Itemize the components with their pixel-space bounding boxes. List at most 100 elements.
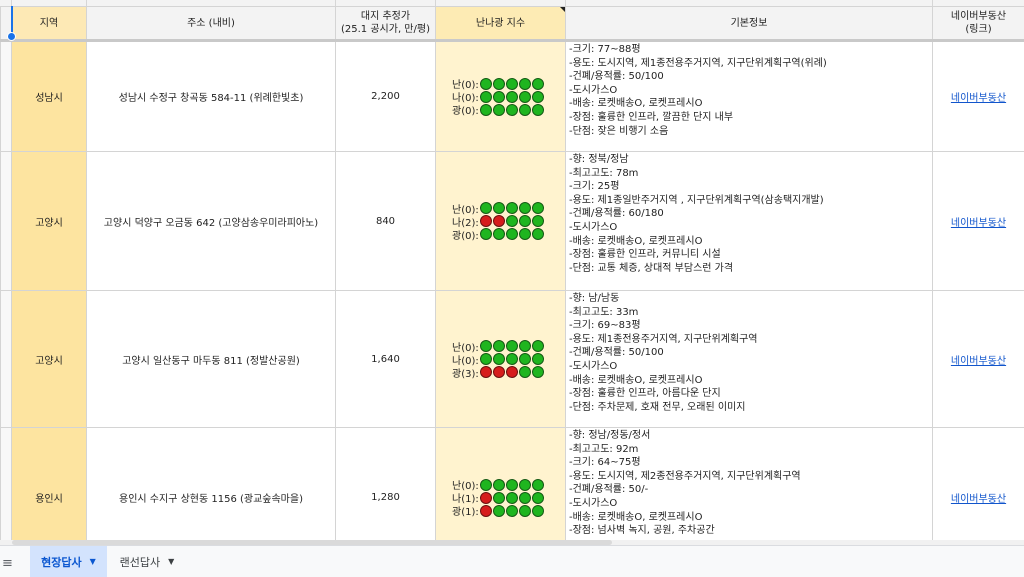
green-circle-icon	[493, 78, 505, 90]
info-line: -최고고도: 78m	[569, 167, 929, 181]
region-cell[interactable]: 고양시	[12, 291, 87, 428]
info-line: -장점: 훌륭한 인프라, 깔끔한 단지 내부	[569, 111, 929, 125]
red-circle-icon	[480, 366, 492, 378]
naver-realestate-link[interactable]: 네이버부동산	[951, 218, 1006, 229]
header-region[interactable]: 지역	[12, 7, 87, 41]
info-line: -배송: 로켓배송O, 로켓프레시O	[569, 374, 929, 388]
green-circle-icon	[480, 91, 492, 103]
green-circle-icon	[506, 479, 518, 491]
header-address-label: 주소 (내비)	[187, 18, 235, 29]
info-line: -최고고도: 92m	[569, 443, 929, 457]
info-line: -배송: 로켓배송O, 로켓프레시O	[569, 235, 929, 249]
nanna-label: 광(0):	[452, 102, 480, 117]
green-circle-icon	[532, 104, 544, 116]
sheet-tab-bar: ≡ 현장답사 ▼ 랜선답사 ▼	[0, 545, 1024, 577]
link-cell[interactable]: 네이버부동산	[933, 41, 1024, 152]
price-cell[interactable]: 1,280	[336, 428, 436, 541]
header-row: 지역 주소 (내비) 대지 추정가(25.1 공시가, 만/평) 난나광 지수 …	[1, 7, 1024, 41]
header-info[interactable]: 기본정보	[566, 7, 933, 41]
address-text: 용인시 수지구 상현동 1156 (광교숲속마을)	[119, 494, 303, 505]
header-price[interactable]: 대지 추정가(25.1 공시가, 만/평)	[336, 7, 436, 41]
red-circle-icon	[480, 505, 492, 517]
info-line: -도시가스O	[569, 360, 929, 374]
nanna-cell[interactable]: 난(0): 나(2): 광(0):	[436, 152, 566, 291]
info-line: -도시가스O	[569, 84, 929, 98]
nanna-label: 광(1):	[452, 503, 480, 518]
green-circle-icon	[506, 91, 518, 103]
red-circle-icon	[506, 366, 518, 378]
red-circle-icon	[480, 215, 492, 227]
green-circle-icon	[519, 479, 531, 491]
info-line: -장점: 훌륭한 인프라, 아름다운 단지	[569, 387, 929, 401]
green-circle-icon	[506, 505, 518, 517]
price-cell[interactable]: 2,200	[336, 41, 436, 152]
green-circle-icon	[506, 353, 518, 365]
info-line: -용도: 도시지역, 제2종전용주거지역, 지구단위계획구역	[569, 470, 929, 484]
naver-realestate-link[interactable]: 네이버부동산	[951, 356, 1006, 367]
link-cell[interactable]: 네이버부동산	[933, 152, 1024, 291]
green-circle-icon	[480, 78, 492, 90]
caret-down-icon[interactable]: ▼	[168, 557, 174, 566]
row-header[interactable]	[1, 428, 12, 541]
info-line: -크기: 77~88평	[569, 43, 929, 57]
nanna-cell[interactable]: 난(0): 나(0): 광(0):	[436, 41, 566, 152]
green-circle-icon	[532, 492, 544, 504]
table-row: 고양시 고양시 덕양구 오금동 642 (고양삼송우미라피아노) 840 난(0…	[1, 152, 1024, 291]
naver-realestate-link[interactable]: 네이버부동산	[951, 93, 1006, 104]
green-circle-icon	[493, 228, 505, 240]
row-header[interactable]	[1, 291, 12, 428]
green-circle-icon	[493, 479, 505, 491]
comment-indicator-icon	[560, 7, 565, 12]
nanna-cell[interactable]: 난(0): 나(0): 광(3):	[436, 291, 566, 428]
address-cell[interactable]: 고양시 일산동구 마두동 811 (정발산공원)	[87, 291, 336, 428]
nanna-cell[interactable]: 난(0): 나(1): 광(1):	[436, 428, 566, 541]
region-text: 고양시	[35, 218, 63, 229]
red-circle-icon	[493, 215, 505, 227]
address-text: 고양시 일산동구 마두동 811 (정발산공원)	[122, 356, 300, 367]
link-cell[interactable]: 네이버부동산	[933, 428, 1024, 541]
sheet-tab-online-visit[interactable]: 랜선답사 ▼	[112, 546, 182, 577]
sheet-tab-label: 현장답사	[41, 554, 81, 570]
region-cell[interactable]: 고양시	[12, 152, 87, 291]
info-cell[interactable]: -향: 정북/정남 -최고고도: 78m -크기: 25평 -용도: 제1종일반…	[566, 152, 933, 291]
info-line: -단점: 교통 체증, 상대적 부담스런 가격	[569, 262, 929, 276]
address-cell[interactable]: 고양시 덕양구 오금동 642 (고양삼송우미라피아노)	[87, 152, 336, 291]
row-header[interactable]	[1, 41, 12, 152]
nanna-line: 광(3):	[452, 366, 565, 379]
header-nanna-label: 난나광 지수	[476, 18, 525, 29]
info-cell[interactable]: -향: 남/남동 -최고고도: 33m -크기: 69~83평 -용도: 제1종…	[566, 291, 933, 428]
sheet-tab-field-visit[interactable]: 현장답사 ▼	[30, 546, 107, 577]
naver-realestate-link[interactable]: 네이버부동산	[951, 494, 1006, 505]
green-circle-icon	[493, 492, 505, 504]
green-circle-icon	[506, 78, 518, 90]
info-line: -향: 정북/정남	[569, 153, 929, 167]
link-cell[interactable]: 네이버부동산	[933, 291, 1024, 428]
header-link[interactable]: 네이버부동산(링크)	[933, 7, 1024, 41]
row-header[interactable]	[1, 152, 12, 291]
price-text: 2,200	[371, 91, 400, 102]
price-cell[interactable]: 1,640	[336, 291, 436, 428]
address-cell[interactable]: 용인시 수지구 상현동 1156 (광교숲속마을)	[87, 428, 336, 541]
green-circle-icon	[532, 91, 544, 103]
region-cell[interactable]: 용인시	[12, 428, 87, 541]
price-cell[interactable]: 840	[336, 152, 436, 291]
address-cell[interactable]: 성남시 수정구 창곡동 584-11 (위례한빛초)	[87, 41, 336, 152]
info-line: -용도: 도시지역, 제1종전용주거지역, 지구단위계획구역(위례)	[569, 57, 929, 71]
green-circle-icon	[532, 479, 544, 491]
info-cell[interactable]: -향: 정남/정동/정서 -최고고도: 92m -크기: 64~75평 -용도:…	[566, 428, 933, 541]
info-cell[interactable]: -크기: 77~88평 -용도: 도시지역, 제1종전용주거지역, 지구단위계획…	[566, 41, 933, 152]
header-nanna-index[interactable]: 난나광 지수	[436, 7, 566, 41]
header-address[interactable]: 주소 (내비)	[87, 7, 336, 41]
green-circle-icon	[519, 228, 531, 240]
price-text: 1,280	[371, 492, 400, 503]
green-circle-icon	[519, 505, 531, 517]
region-cell[interactable]: 성남시	[12, 41, 87, 152]
green-circle-icon	[519, 202, 531, 214]
header-price-line1: 대지 추정가	[336, 10, 435, 23]
header-price-line2: (25.1 공시가, 만/평)	[336, 23, 435, 36]
info-line: -배송: 로켓배송O, 로켓프레시O	[569, 511, 929, 525]
selection-drag-handle[interactable]	[7, 32, 16, 41]
green-circle-icon	[493, 353, 505, 365]
caret-down-icon[interactable]: ▼	[90, 557, 96, 566]
all-sheets-menu-icon[interactable]: ≡	[2, 556, 13, 571]
